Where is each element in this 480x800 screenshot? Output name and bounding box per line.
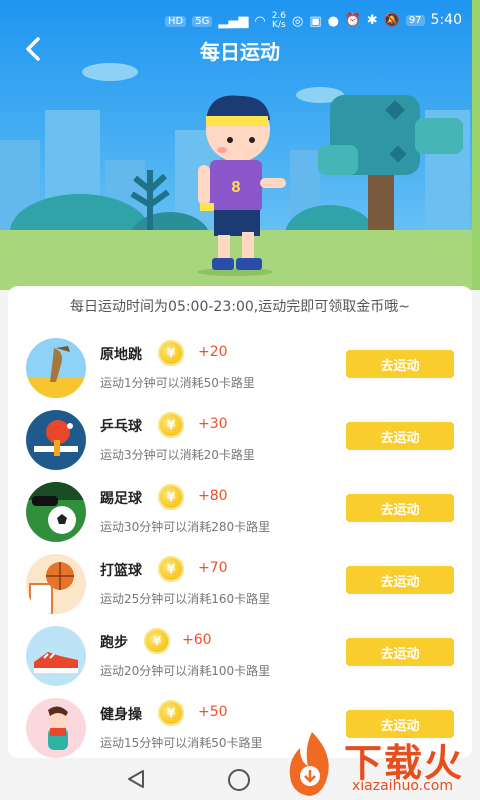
- coin-reward: +30: [198, 416, 228, 432]
- hero-banner: 8 HD 5G ▂▄▆ ◠ 2.6 K/s ◎ ▣ ● ⏰ ✱ 🔕 97 5:4…: [0, 0, 480, 290]
- coin-reward: +50: [198, 704, 228, 720]
- app-root: 8 HD 5G ▂▄▆ ◠ 2.6 K/s ◎ ▣ ● ⏰ ✱ 🔕 97 5:4…: [0, 0, 480, 800]
- exercise-name: 跑步: [100, 635, 128, 651]
- exercise-name: 乒乓球: [100, 419, 142, 435]
- aerobics-illustration-icon: [26, 698, 86, 758]
- network-speed: 2.6 K/s: [272, 12, 286, 30]
- coin-icon: ¥: [158, 484, 184, 510]
- basketball-illustration-icon: [26, 554, 86, 614]
- nav-back-icon[interactable]: [125, 768, 147, 790]
- coin-reward: +60: [182, 632, 212, 648]
- bluetooth-icon: ✱: [366, 12, 378, 28]
- status-right: ⏰ ✱ 🔕 97 5:40: [345, 12, 462, 28]
- exercise-description: 运动25分钟可以消耗160卡路里: [100, 592, 271, 606]
- coin-icon: ¥: [158, 556, 184, 582]
- nav-home-icon[interactable]: [228, 769, 250, 791]
- exercise-description: 运动1分钟可以消耗50卡路里: [100, 376, 255, 390]
- exercise-name: 踢足球: [100, 491, 142, 507]
- mute-icon: 🔕: [383, 12, 400, 28]
- wifi-icon: ◠: [254, 13, 266, 29]
- coin-icon: ¥: [158, 340, 184, 366]
- coin-reward: +80: [198, 488, 228, 504]
- exercise-name: 原地跳: [100, 347, 142, 363]
- alarm-icon: ⏰: [344, 12, 361, 28]
- start-exercise-button[interactable]: 去运动: [346, 638, 454, 666]
- exercise-time-notice: 每日运动时间为05:00-23:00,运动完即可领取金币哦~: [70, 299, 410, 315]
- coin-icon: ¥: [158, 700, 184, 726]
- svg-text:8: 8: [232, 179, 241, 196]
- signal-icon: ▂▄▆: [218, 13, 249, 29]
- exercise-name: 健身操: [100, 707, 142, 723]
- exercise-item-running: 跑步 ¥ +60 运动20分钟可以消耗100卡路里 去运动: [8, 624, 472, 696]
- exercise-item-jump: 原地跳 ¥ +20 运动1分钟可以消耗50卡路里 去运动: [8, 336, 472, 408]
- clock: 5:40: [430, 12, 462, 28]
- start-exercise-button[interactable]: 去运动: [346, 566, 454, 594]
- exercise-item-basketball: 打篮球 ¥ +70 运动25分钟可以消耗160卡路里 去运动: [8, 552, 472, 624]
- 5g-badge: 5G: [192, 15, 213, 27]
- running-shoe-illustration-icon: [26, 626, 86, 686]
- ping-pong-illustration-icon: [26, 410, 86, 470]
- start-exercise-button[interactable]: 去运动: [346, 350, 454, 378]
- watermark: 下载火 xiazaihuo.com: [282, 728, 480, 800]
- exercise-name: 打篮球: [100, 563, 142, 579]
- hd-badge: HD: [165, 15, 187, 27]
- jump-illustration-icon: [26, 338, 86, 398]
- exercise-description: 运动15分钟可以消耗50卡路里: [100, 736, 263, 750]
- exercise-description: 运动30分钟可以消耗280卡路里: [100, 520, 271, 534]
- exercise-card: 每日运动时间为05:00-23:00,运动完即可领取金币哦~ 原地跳 ¥ +20…: [8, 286, 472, 758]
- exercise-item-football: 踢足球 ¥ +80 运动30分钟可以消耗280卡路里 去运动: [8, 480, 472, 552]
- exercise-description: 运动3分钟可以消耗20卡路里: [100, 448, 255, 462]
- start-exercise-button[interactable]: 去运动: [346, 422, 454, 450]
- exercise-item-ping-pong: 乒乓球 ¥ +30 运动3分钟可以消耗20卡路里 去运动: [8, 408, 472, 480]
- flame-logo-icon: [289, 732, 329, 796]
- start-exercise-button[interactable]: 去运动: [346, 494, 454, 522]
- football-illustration-icon: [26, 482, 86, 542]
- chat-notification-icon: ●: [327, 13, 340, 29]
- shop-notification-icon: ▣: [309, 13, 322, 29]
- status-left: HD 5G ▂▄▆ ◠ 2.6 K/s ◎ ▣ ●: [165, 12, 339, 30]
- app-notification-icon: ◎: [292, 13, 304, 29]
- speed-unit: K/s: [272, 20, 286, 30]
- coin-icon: ¥: [158, 412, 184, 438]
- battery-indicator: 97: [405, 14, 425, 26]
- watermark-url: xiazaihuo.com: [352, 778, 453, 794]
- coin-icon: ¥: [144, 628, 170, 654]
- coin-reward: +70: [198, 560, 228, 576]
- coin-reward: +20: [198, 344, 228, 360]
- page-title: 每日运动: [200, 40, 280, 64]
- top-bar: 每日运动: [0, 30, 480, 70]
- exercise-description: 运动20分钟可以消耗100卡路里: [100, 664, 271, 678]
